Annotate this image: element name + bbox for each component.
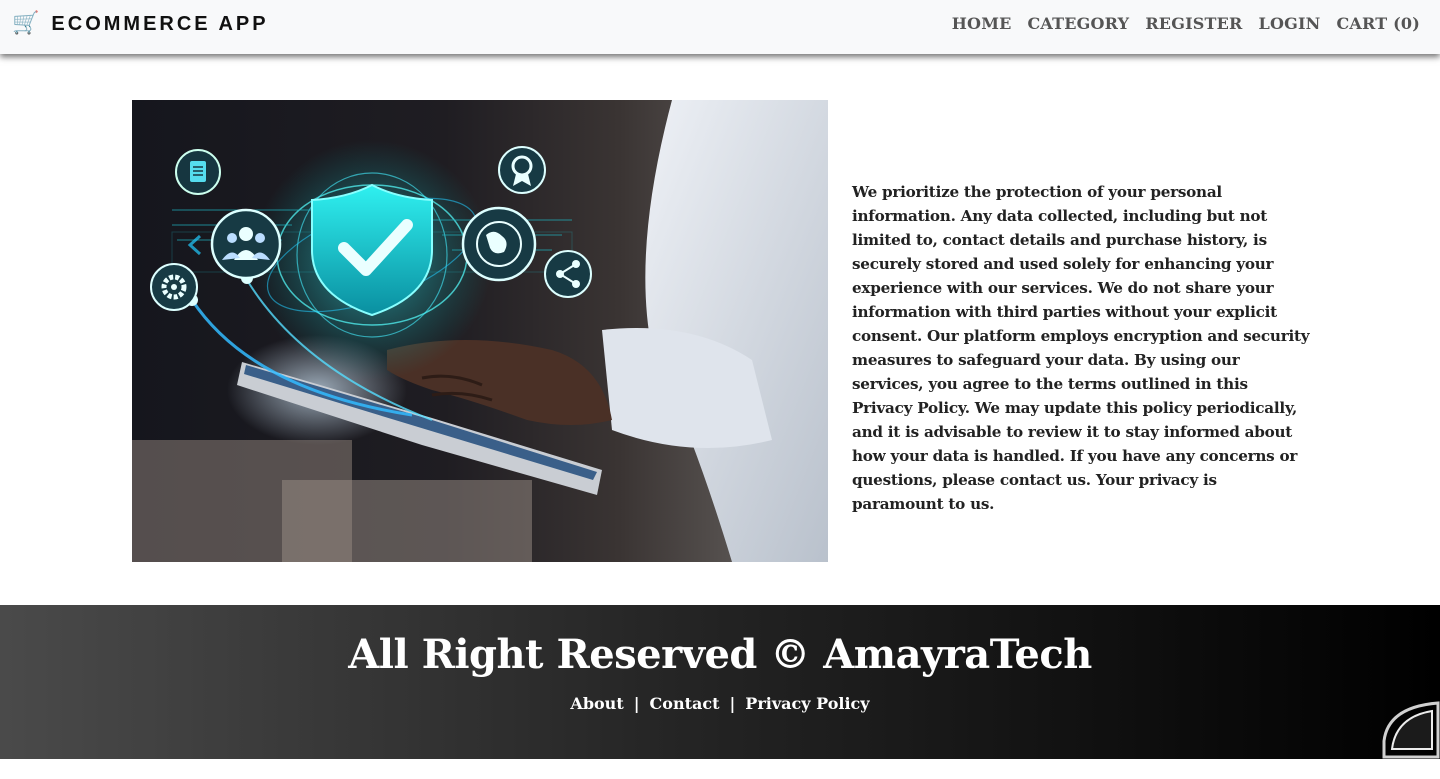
brand-link[interactable]: 🛒 ECOMMERCE APP xyxy=(12,10,269,38)
footer-about-link[interactable]: About xyxy=(570,694,623,713)
globe-icon xyxy=(461,206,537,282)
privacy-hero-image xyxy=(132,100,828,562)
footer-contact-link[interactable]: Contact xyxy=(650,694,720,713)
users-icon xyxy=(210,208,282,280)
footer: All Right Reserved © AmayraTech About | … xyxy=(0,605,1440,759)
navbar: 🛒 ECOMMERCE APP HOME CATEGORY REGISTER L… xyxy=(0,0,1440,54)
nav-register[interactable]: REGISTER xyxy=(1145,14,1242,33)
footer-privacy-link[interactable]: Privacy Policy xyxy=(745,694,869,713)
footer-separator: | xyxy=(633,694,640,713)
shopping-cart-icon: 🛒 xyxy=(12,11,40,36)
document-icon xyxy=(175,149,221,195)
scroll-corner-icon[interactable] xyxy=(1382,701,1440,759)
nav-cart[interactable]: CART (0) xyxy=(1336,14,1420,33)
gear-icon xyxy=(150,263,198,311)
award-icon xyxy=(498,146,546,194)
nav-category[interactable]: CATEGORY xyxy=(1028,14,1130,33)
nav-home[interactable]: HOME xyxy=(952,14,1012,33)
privacy-policy-text: We prioritize the protection of your per… xyxy=(852,183,1310,513)
nav-login[interactable]: LOGIN xyxy=(1259,14,1321,33)
nav-links: HOME CATEGORY REGISTER LOGIN CART (0) xyxy=(952,14,1420,33)
footer-copyright: All Right Reserved © AmayraTech xyxy=(348,631,1092,678)
footer-links: About | Contact | Privacy Policy xyxy=(0,694,1440,713)
share-icon xyxy=(544,250,592,298)
footer-separator: | xyxy=(729,694,736,713)
brand-name: ECOMMERCE APP xyxy=(51,12,269,35)
